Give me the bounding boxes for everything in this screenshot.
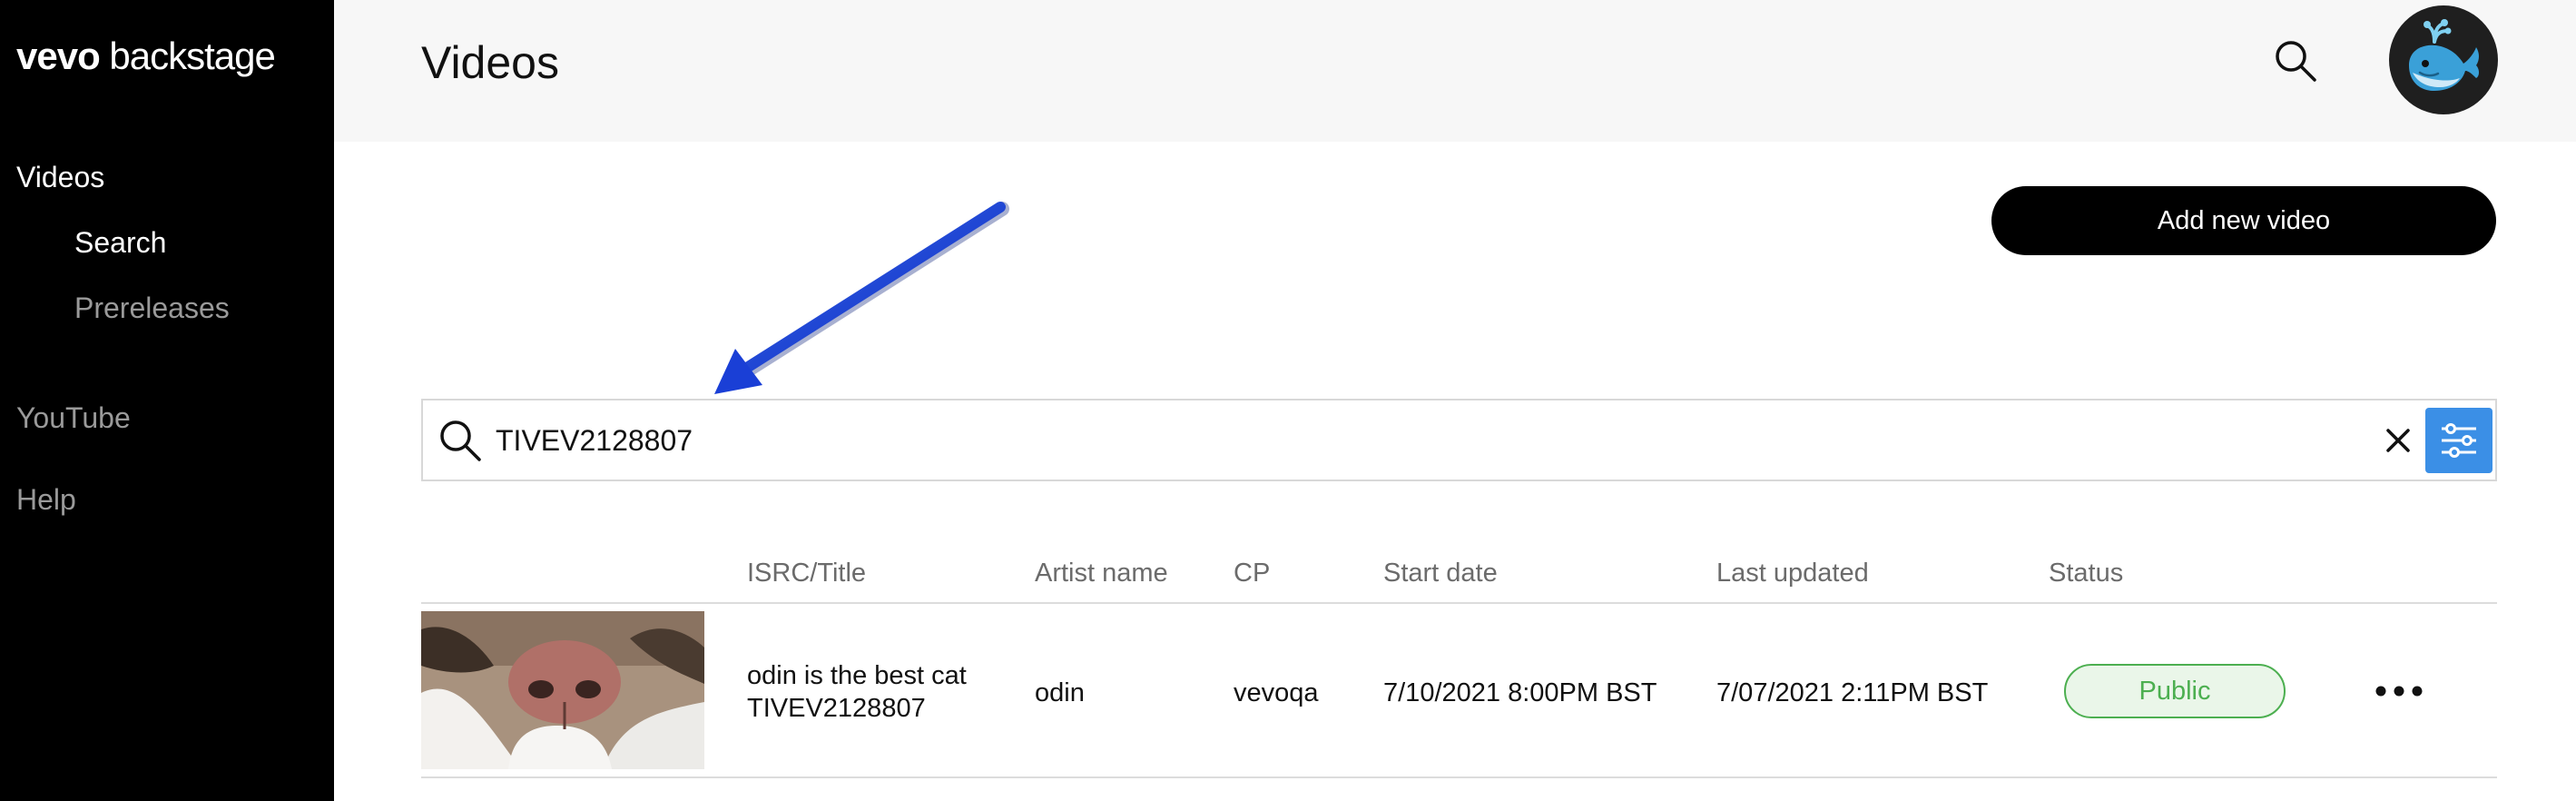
last-updated: 7/07/2021 2:11PM BST bbox=[1716, 678, 1989, 707]
sliders-icon bbox=[2442, 423, 2476, 458]
sidebar: vevo backstage Videos Search Prereleases… bbox=[0, 0, 334, 801]
column-header-status[interactable]: Status bbox=[2049, 559, 2123, 588]
logo-product: backstage bbox=[109, 35, 275, 77]
search-icon[interactable] bbox=[2271, 36, 2320, 85]
sidebar-item-videos[interactable]: Videos bbox=[16, 161, 104, 194]
table-row-divider bbox=[421, 776, 2497, 778]
annotation-arrow-icon bbox=[714, 202, 1009, 394]
column-header-cp[interactable]: CP bbox=[1234, 559, 1270, 588]
artist-name: odin bbox=[1035, 678, 1085, 707]
page-title: Videos bbox=[421, 37, 559, 88]
video-thumbnail[interactable] bbox=[421, 611, 704, 769]
column-header-start-date[interactable]: Start date bbox=[1383, 559, 1498, 588]
sidebar-item-search[interactable]: Search bbox=[74, 226, 166, 260]
content-provider: vevoqa bbox=[1234, 678, 1319, 707]
video-search-bar bbox=[421, 399, 2497, 481]
table-header-divider bbox=[421, 602, 2497, 604]
status-badge: Public bbox=[2064, 664, 2286, 718]
column-header-last-updated[interactable]: Last updated bbox=[1716, 559, 1869, 588]
filter-button[interactable] bbox=[2425, 408, 2492, 473]
sidebar-item-help[interactable]: Help bbox=[16, 483, 76, 517]
video-title[interactable]: odin is the best cat bbox=[747, 661, 967, 691]
add-new-video-button[interactable]: Add new video bbox=[1991, 186, 2496, 255]
close-icon[interactable] bbox=[2380, 422, 2416, 459]
whale-icon bbox=[2409, 19, 2479, 91]
column-header-artist-name[interactable]: Artist name bbox=[1035, 559, 1168, 588]
avatar[interactable] bbox=[2389, 5, 2498, 114]
sidebar-item-youtube[interactable]: YouTube bbox=[16, 401, 131, 435]
logo-brand: vevo bbox=[16, 35, 101, 77]
page-header: Videos bbox=[334, 0, 2576, 142]
search-input[interactable] bbox=[496, 411, 2311, 470]
start-date: 7/10/2021 8:00PM BST bbox=[1383, 678, 1657, 707]
sidebar-item-prereleases[interactable]: Prereleases bbox=[74, 292, 230, 325]
more-options-icon[interactable] bbox=[2373, 676, 2425, 707]
vevo-backstage-logo[interactable]: vevo backstage bbox=[16, 35, 276, 78]
column-header-isrc-title[interactable]: ISRC/Title bbox=[747, 559, 866, 588]
video-isrc: TIVEV2128807 bbox=[747, 694, 926, 723]
search-icon bbox=[436, 416, 485, 465]
